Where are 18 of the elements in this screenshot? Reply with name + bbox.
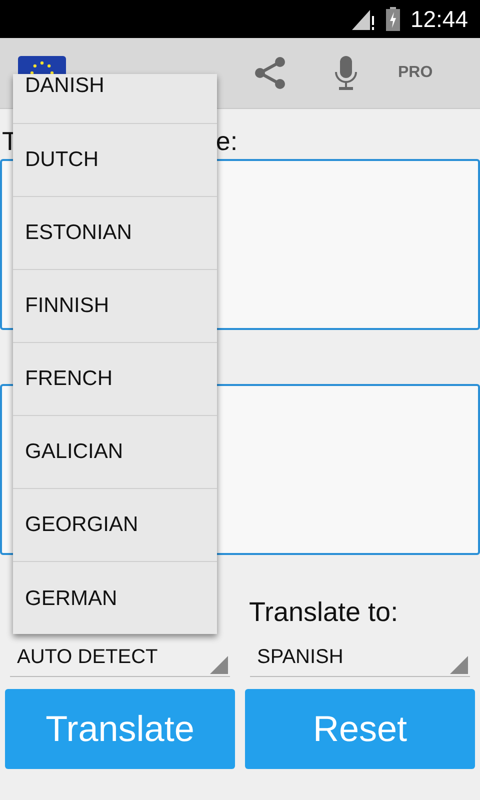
source-language-spinner[interactable]: AUTO DETECT (10, 638, 230, 677)
pro-button[interactable]: PRO (398, 64, 433, 82)
language-menu-item[interactable]: GERMAN (13, 562, 217, 634)
target-language-spinner[interactable]: SPANISH (250, 638, 470, 677)
target-language-label: Translate to: (248, 596, 400, 629)
language-menu-item[interactable]: DUTCH (13, 124, 217, 197)
clock: 12:44 (410, 6, 468, 32)
language-menu-item[interactable]: ESTONIAN (13, 197, 217, 270)
language-menu-item[interactable]: GEORGIAN (13, 489, 217, 562)
share-icon[interactable] (252, 55, 288, 91)
battery-icon (386, 7, 400, 31)
microphone-icon[interactable] (334, 56, 358, 90)
language-menu-item[interactable]: DANISH (13, 74, 217, 124)
language-menu-item[interactable]: FINNISH (13, 270, 217, 343)
signal-icon (352, 8, 376, 30)
language-menu-item[interactable]: GALICIAN (13, 416, 217, 489)
label-fragment: e: (216, 126, 238, 157)
language-menu-item[interactable]: FRENCH (13, 343, 217, 416)
